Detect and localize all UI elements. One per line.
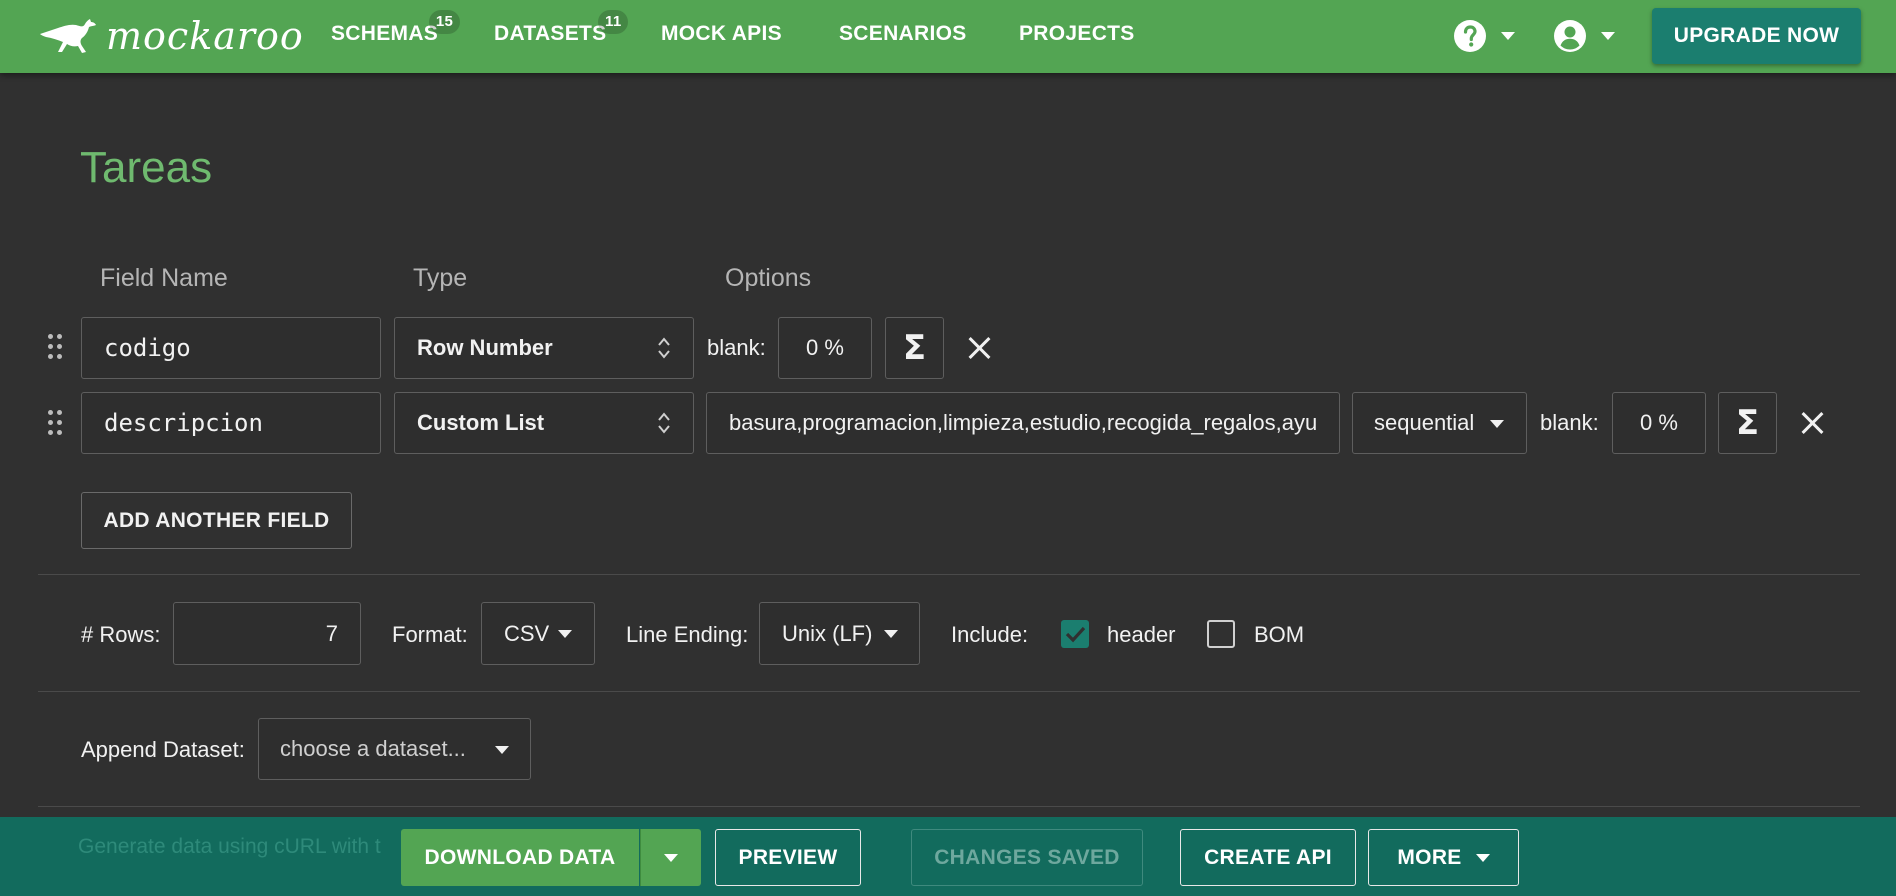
download-data-button[interactable]: DOWNLOAD DATA <box>401 829 639 886</box>
more-label: MORE <box>1397 845 1462 869</box>
chevron-down-icon <box>1490 420 1504 428</box>
nav-mock-apis[interactable]: MOCK APIS <box>661 22 782 46</box>
schema-title: Tareas <box>80 143 213 192</box>
kangaroo-logo-icon <box>40 19 96 53</box>
drag-handle-icon[interactable] <box>48 334 64 360</box>
field-type-value: Row Number <box>417 335 553 360</box>
chevron-down-icon <box>664 853 678 862</box>
up-down-arrows-icon <box>658 337 670 359</box>
section-divider <box>38 806 1860 807</box>
field-type-select[interactable]: Row Number <box>394 317 694 379</box>
nav-datasets[interactable]: DATASETS 11 <box>494 10 629 46</box>
datasets-count-badge: 11 <box>598 10 629 34</box>
bom-checkbox-label: BOM <box>1254 622 1305 647</box>
bom-checkbox[interactable] <box>1207 620 1235 648</box>
nav-projects[interactable]: PROJECTS <box>1019 22 1135 46</box>
nav-scenarios[interactable]: SCENARIOS <box>839 22 967 46</box>
section-divider <box>38 691 1860 692</box>
changes-saved-button: CHANGES SAVED <box>911 829 1143 886</box>
chevron-down-icon <box>558 630 572 638</box>
nav-schemas[interactable]: SCHEMAS 15 <box>331 10 461 46</box>
append-dataset-placeholder: choose a dataset... <box>280 736 466 761</box>
up-down-arrows-icon <box>658 412 670 434</box>
type-header: Type <box>413 264 468 292</box>
append-dataset-label: Append Dataset: <box>81 737 245 762</box>
header-checkbox-label: header <box>1107 622 1176 647</box>
nav-datasets-label: DATASETS <box>494 22 607 45</box>
line-ending-value: Unix (LF) <box>782 620 873 646</box>
drag-handle-icon[interactable] <box>48 410 64 436</box>
format-select[interactable]: CSV <box>481 602 595 665</box>
create-api-button[interactable]: CREATE API <box>1180 829 1356 886</box>
blank-percent-input[interactable]: 0 % <box>1612 392 1706 454</box>
curl-hint-text: Generate data using cURL with t <box>78 835 381 858</box>
help-caret-icon <box>1501 32 1515 40</box>
field-type-value: Custom List <box>417 410 545 435</box>
header-checkbox[interactable] <box>1061 620 1089 648</box>
chevron-down-icon <box>495 746 509 754</box>
top-navbar: mockaroo SCHEMAS 15 DATASETS 11 MOCK API… <box>0 0 1896 73</box>
chevron-down-icon <box>884 630 898 638</box>
rows-count-input[interactable]: 7 <box>173 602 361 665</box>
checkmark-icon <box>1065 626 1086 643</box>
remove-field-close-icon[interactable] <box>1798 408 1828 438</box>
options-header: Options <box>725 264 812 292</box>
format-value: CSV <box>504 620 550 646</box>
field-name-header: Field Name <box>100 264 228 292</box>
add-another-field-button[interactable]: ADD ANOTHER FIELD <box>81 492 352 549</box>
line-ending-label: Line Ending: <box>626 622 749 647</box>
include-label: Include: <box>951 622 1029 647</box>
list-order-value: sequential <box>1374 410 1475 435</box>
field-name-input[interactable]: descripcion <box>81 392 381 454</box>
blank-label: blank: <box>1540 410 1599 435</box>
preview-button[interactable]: PREVIEW <box>715 829 861 886</box>
append-dataset-select[interactable]: choose a dataset... <box>258 718 531 780</box>
logo-wordmark: mockaroo <box>106 14 304 58</box>
formula-sigma-button[interactable]: Σ <box>1718 392 1777 454</box>
blank-percent-input[interactable]: 0 % <box>778 317 872 379</box>
more-menu-button[interactable]: MORE <box>1368 829 1519 886</box>
formula-sigma-button[interactable]: Σ <box>885 317 944 379</box>
section-divider <box>38 574 1860 575</box>
upgrade-now-button[interactable]: UPGRADE NOW <box>1652 8 1861 64</box>
download-options-dropdown[interactable] <box>640 829 701 886</box>
chevron-down-icon <box>1475 853 1490 862</box>
blank-label: blank: <box>707 335 766 360</box>
custom-list-values-input[interactable]: basura,programacion,limpieza,estudio,rec… <box>706 392 1340 454</box>
remove-field-close-icon[interactable] <box>965 333 995 363</box>
rows-label: # Rows: <box>81 622 161 647</box>
nav-schemas-label: SCHEMAS <box>331 22 439 45</box>
account-circle-icon <box>1554 20 1586 52</box>
account-menu-button[interactable] <box>1553 14 1615 58</box>
line-ending-select[interactable]: Unix (LF) <box>759 602 920 665</box>
format-label: Format: <box>392 622 468 647</box>
help-circle-icon <box>1454 20 1486 52</box>
list-order-select[interactable]: sequential <box>1352 392 1527 454</box>
field-name-input[interactable]: codigo <box>81 317 381 379</box>
account-caret-icon <box>1601 32 1615 40</box>
field-type-select[interactable]: Custom List <box>394 392 694 454</box>
schemas-count-badge: 15 <box>428 10 461 34</box>
logo[interactable]: mockaroo <box>36 14 304 58</box>
help-menu-button[interactable] <box>1453 14 1515 58</box>
